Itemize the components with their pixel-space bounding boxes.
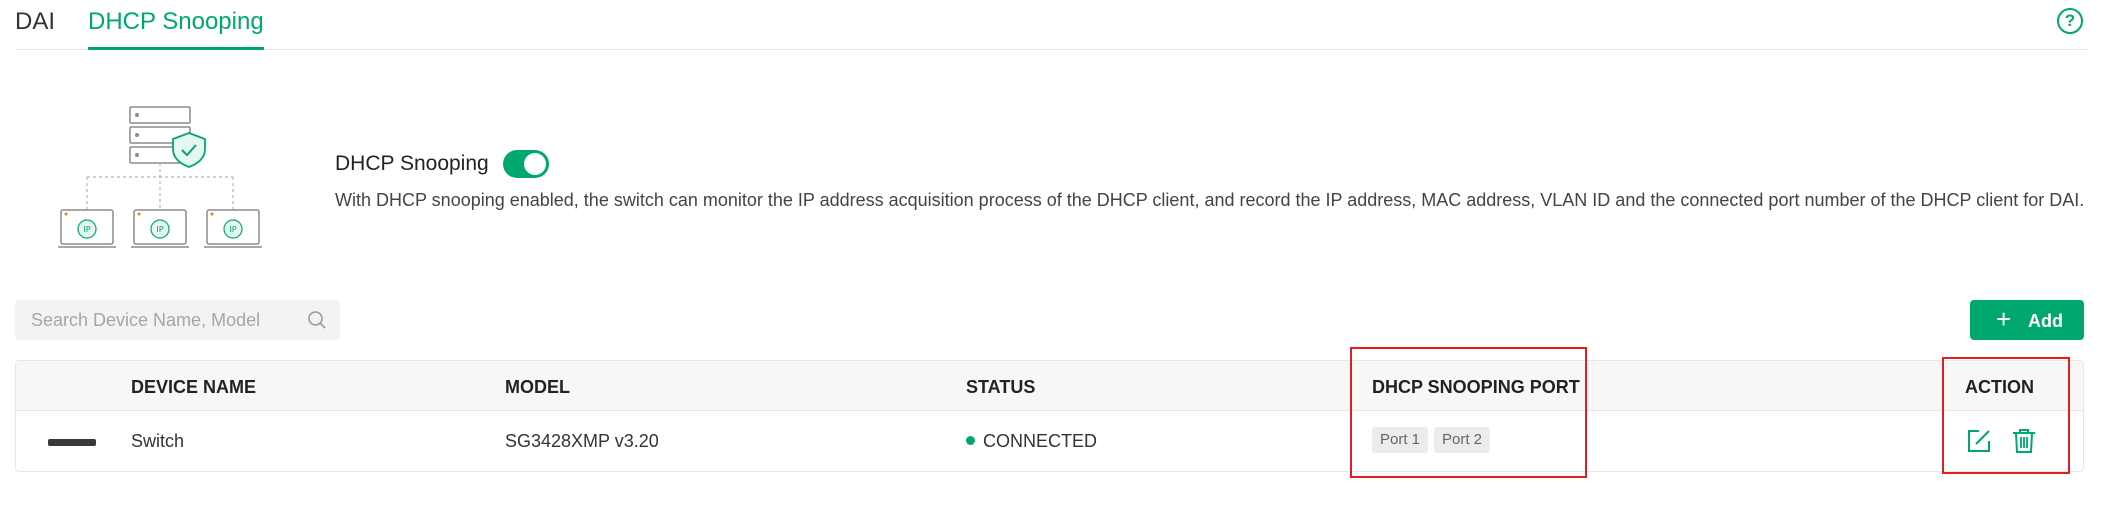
column-header-status: STATUS: [966, 377, 1036, 397]
tab-dai[interactable]: DAI: [15, 8, 55, 50]
highlight-dhcp-snooping-port: [1350, 347, 1587, 478]
status-dot-icon: [966, 436, 975, 445]
dhcp-snooping-illustration: IP IP IP: [58, 106, 262, 248]
add-button-label: Add: [2028, 311, 2063, 331]
devices-table: DEVICE NAME MODEL STATUS DHCP SNOOPING P…: [15, 360, 2084, 472]
highlight-action: [1942, 357, 2070, 474]
help-icon[interactable]: ?: [2057, 8, 2083, 34]
search-box: [15, 300, 340, 340]
toggle-knob: [524, 153, 546, 175]
table-row[interactable]: Switch SG3428XMP v3.20 CONNECTED Port 1 …: [16, 411, 2083, 472]
dhcp-snooping-title: DHCP Snooping: [335, 152, 489, 175]
dhcp-snooping-toggle[interactable]: [503, 150, 549, 178]
status-text: CONNECTED: [983, 431, 1098, 451]
illustration-ip-label: IP: [83, 225, 90, 234]
search-input[interactable]: [15, 300, 305, 340]
illustration-ip-label: IP: [156, 225, 163, 234]
tab-bar: DAI DHCP Snooping: [15, 0, 2089, 50]
plus-icon: +: [1996, 304, 2012, 334]
column-header-model: MODEL: [505, 377, 570, 397]
model-cell: SG3428XMP v3.20: [505, 431, 659, 451]
search-icon[interactable]: [307, 310, 327, 330]
add-button[interactable]: + Add: [1970, 300, 2084, 340]
status-cell: CONNECTED: [966, 431, 1097, 452]
column-header-device-name: DEVICE NAME: [131, 377, 257, 397]
tab-dhcp-snooping[interactable]: DHCP Snooping: [88, 8, 264, 50]
dhcp-snooping-description: With DHCP snooping enabled, the switch c…: [335, 190, 2085, 210]
device-name-cell: Switch: [131, 431, 185, 451]
switch-device-icon: [48, 439, 96, 446]
table-header: DEVICE NAME MODEL STATUS DHCP SNOOPING P…: [16, 361, 2083, 411]
illustration-ip-label: IP: [229, 225, 236, 234]
